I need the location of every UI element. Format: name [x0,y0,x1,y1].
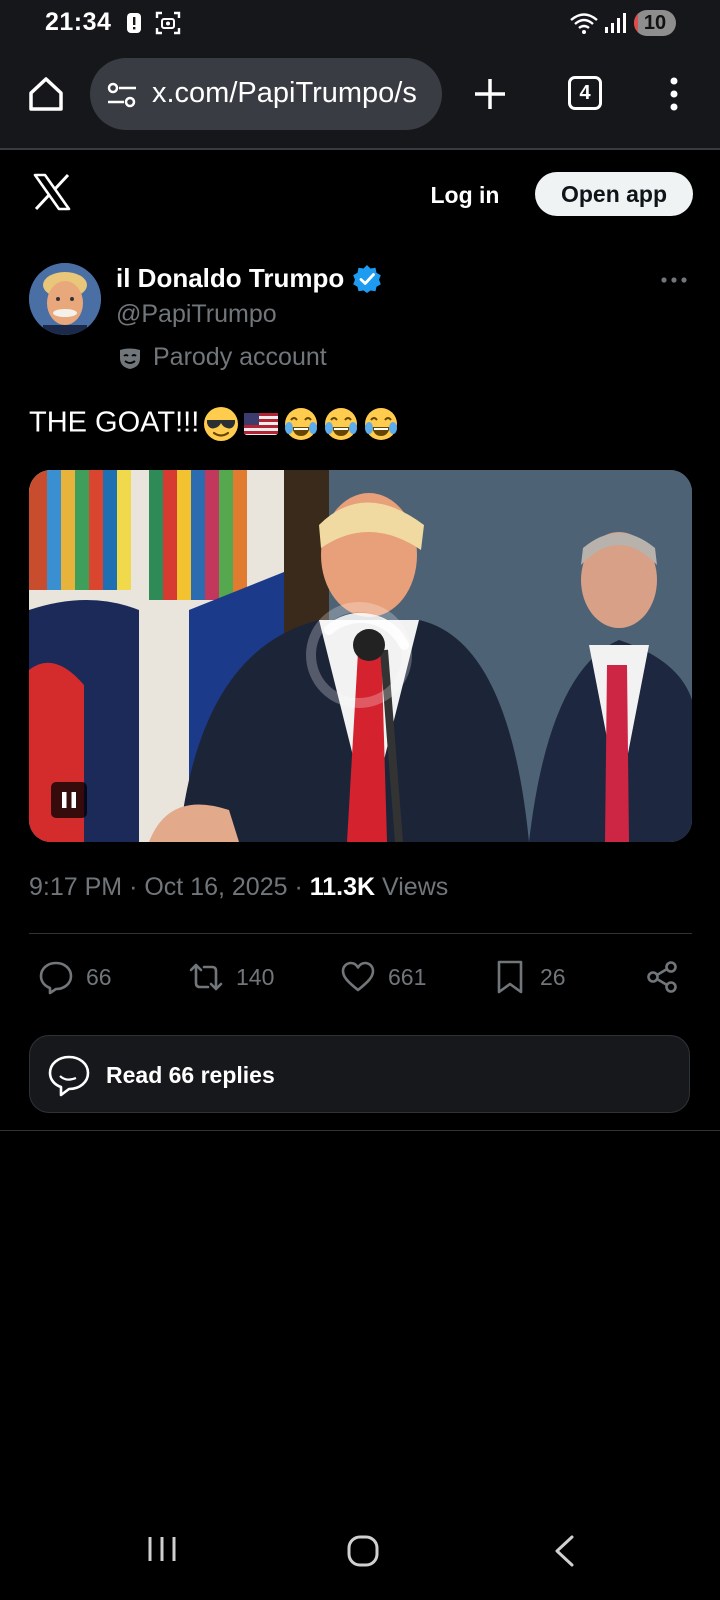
x-header: Log in Open app [0,150,720,240]
home-nav-icon[interactable] [346,1534,380,1568]
tab-count: 4 [579,82,591,104]
timestamp-separator: · [129,873,138,901]
battery-level: 10 [643,12,667,34]
chat-bubble-icon [48,1055,90,1097]
tabs-icon[interactable]: 4 [568,76,602,110]
reply-count: 66 [86,963,112,990]
recent-apps-icon[interactable] [146,1534,178,1564]
timestamp-separator: · [294,873,303,901]
reply-button[interactable]: 66 [38,955,112,999]
share-icon [647,961,677,993]
us-flag-emoji-icon [244,413,279,435]
alert-icon [127,13,141,33]
parody-account-label: Parody account [153,343,327,371]
views-label: Views [382,873,449,901]
screen-capture-icon [155,11,181,35]
site-settings-icon[interactable] [106,82,138,108]
pause-button[interactable] [51,782,87,818]
tweet-text-content: THE GOAT!!! [29,406,200,439]
tweet-text: THE GOAT!!! [29,406,399,442]
tweet-timestamp: 9:17 PM · Oct 16, 2025 · 11.3K Views [29,873,448,902]
status-bar: 21:34 10 [0,0,720,46]
read-replies-button[interactable]: Read 66 replies [29,1035,690,1113]
author-name[interactable]: il Donaldo Trumpo [116,263,344,294]
heart-icon [341,961,375,992]
loading-spinner-icon [306,602,412,708]
home-icon[interactable] [26,74,66,114]
tears-of-joy-emoji-icon [325,408,358,440]
back-icon[interactable] [552,1534,576,1568]
x-logo-icon[interactable] [32,172,72,212]
more-options-icon[interactable] [660,270,688,290]
signal-icon [605,13,626,33]
login-button[interactable]: Log in [410,175,520,215]
tweet-actions: 66 140 661 26 [0,955,720,999]
verified-badge-icon [353,265,381,293]
tears-of-joy-emoji-icon [285,408,318,440]
avatar[interactable] [29,263,101,335]
retweet-icon [189,963,223,991]
pause-icon [62,792,76,808]
read-replies-label: Read 66 replies [106,1062,275,1088]
bookmark-button[interactable]: 26 [492,955,566,999]
like-button[interactable]: 661 [340,955,426,999]
tears-of-joy-emoji-icon [365,408,398,440]
tweet-date[interactable]: Oct 16, 2025 [144,873,287,901]
url-text[interactable]: x.com/PapiTrumpo/s [152,77,417,110]
tweet-time[interactable]: 9:17 PM [29,873,122,901]
avatar-image [29,263,101,335]
wifi-icon [570,13,598,34]
url-bar[interactable]: x.com/PapiTrumpo/s [90,58,442,130]
author-handle[interactable]: @PapiTrumpo [116,300,277,329]
browser-toolbar: x.com/PapiTrumpo/s 4 [0,46,720,150]
bookmark-count: 26 [540,963,566,990]
more-vertical-icon[interactable] [664,76,684,112]
bookmark-icon [497,960,523,994]
status-time: 21:34 [45,8,112,36]
views-count: 11.3K [309,873,376,901]
open-app-button[interactable]: Open app [535,172,693,216]
system-nav-bar [0,1522,720,1582]
like-count: 661 [388,963,427,990]
sunglasses-emoji-icon [204,407,239,441]
divider [29,933,692,934]
battery-icon: 10 [634,10,676,36]
retweet-count: 140 [236,963,275,990]
new-tab-plus-icon[interactable] [472,76,508,112]
reply-icon [39,961,73,995]
share-button[interactable] [644,955,692,999]
tweet-video[interactable] [29,470,692,842]
parody-mask-icon [120,348,140,369]
retweet-button[interactable]: 140 [188,955,274,999]
divider [0,1130,720,1131]
